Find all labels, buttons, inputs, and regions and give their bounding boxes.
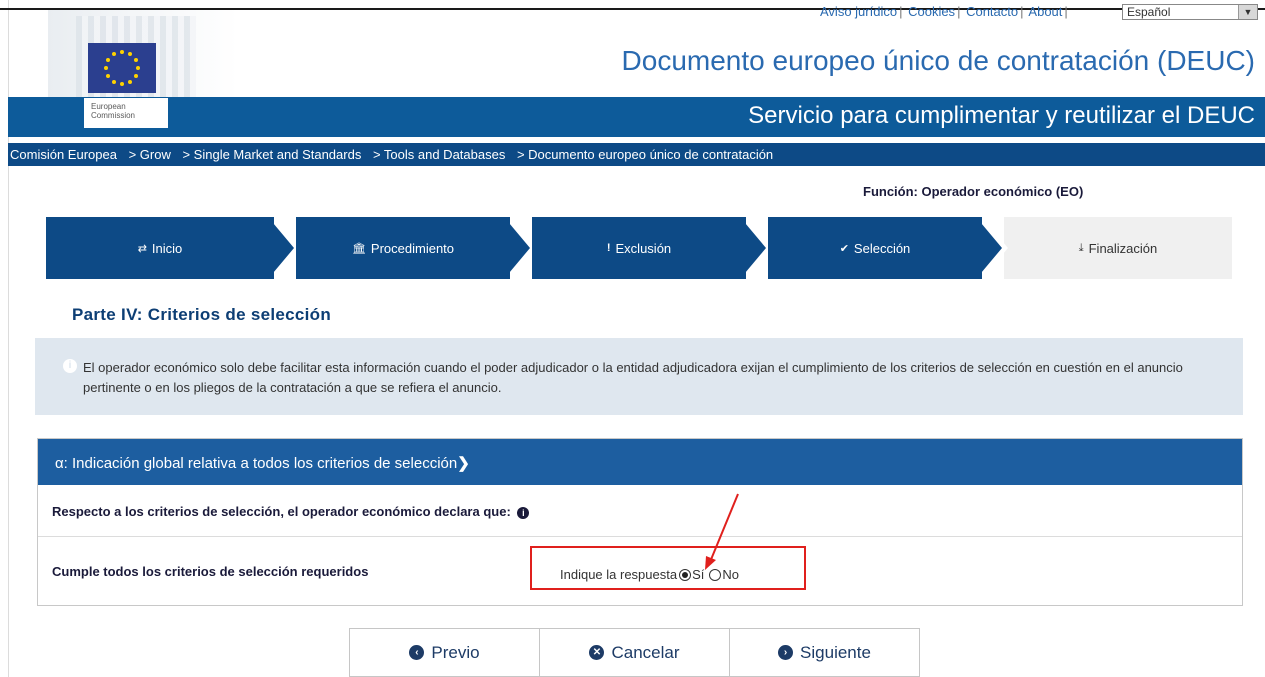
page-title: Documento europeo único de contratación … xyxy=(621,45,1255,76)
step-label: Exclusión xyxy=(615,240,672,256)
arrow-left-circle-icon: ‹ xyxy=(409,645,425,660)
step-inicio[interactable]: ⇄ Inicio xyxy=(46,217,274,279)
progress-steps: ⇄ Inicio 🏛 Procedimiento ! Exclusión ✔ Selec… xyxy=(46,217,1232,279)
question-row: Cumple todos los criterios de selección … xyxy=(38,537,1242,607)
answer-prompt: Indique la respuesta xyxy=(560,567,678,582)
breadcrumb-item[interactable]: > Tools and Databases xyxy=(373,147,505,162)
link-contact[interactable]: Contacto xyxy=(966,4,1018,19)
declare-row: Respecto a los criterios de selección, e… xyxy=(38,485,1242,537)
chevron-down-icon: ▼ xyxy=(1238,5,1257,19)
question-label: Cumple todos los criterios de selección … xyxy=(52,564,369,579)
step-label: Selección xyxy=(853,240,911,256)
close-circle-icon: ✕ xyxy=(589,645,605,660)
role-label: Función: Operador económico (EO) xyxy=(863,184,1084,199)
info-text: El operador económico solo debe facilita… xyxy=(83,360,1183,395)
arrow-right-circle-icon: › xyxy=(778,645,794,660)
org-label-line1: European xyxy=(91,102,126,111)
org-label-line2: Commission xyxy=(91,111,136,120)
info-box: i El operador económico solo debe facili… xyxy=(35,338,1243,415)
bank-icon: 🏛 xyxy=(351,242,366,255)
download-icon: ⤓ xyxy=(1078,241,1084,254)
breadcrumb-item[interactable]: Comisión Europea xyxy=(10,147,117,162)
shuffle-icon: ⇄ xyxy=(137,242,147,255)
step-seleccion[interactable]: ✔ Selección xyxy=(768,217,982,279)
annotation-arrow xyxy=(705,493,739,570)
step-procedimiento[interactable]: 🏛 Procedimiento xyxy=(296,217,510,279)
chevron-down-icon: ❯ xyxy=(457,455,470,472)
info-circle-icon[interactable]: i xyxy=(517,507,530,519)
step-finalizacion[interactable]: ⤓ Finalización xyxy=(1004,217,1232,279)
selection-panel: α: Indicación global relativa a todos lo… xyxy=(37,438,1243,606)
declare-text: Respecto a los criterios de selección, e… xyxy=(52,504,511,519)
org-label: European Commission xyxy=(84,98,168,128)
step-label: Finalización xyxy=(1088,240,1158,256)
breadcrumb-item[interactable]: > Documento europeo único de contratació… xyxy=(517,147,773,162)
cancel-button[interactable]: ✕ Cancelar xyxy=(539,628,730,677)
eu-flag-logo xyxy=(88,43,156,93)
section-heading: Parte IV: Criterios de selección xyxy=(72,305,332,324)
info-icon: i xyxy=(63,359,77,373)
panel-title: α: Indicación global relativa a todos lo… xyxy=(55,455,458,472)
prev-label: Previo xyxy=(431,642,480,662)
link-about[interactable]: About xyxy=(1028,4,1062,19)
language-value: Español xyxy=(1127,5,1171,19)
prev-button[interactable]: ‹ Previo xyxy=(349,628,540,677)
check-circle-icon: ✔ xyxy=(839,242,849,255)
breadcrumb: Comisión Europea > Grow > Single Market … xyxy=(10,147,781,162)
radio-yes[interactable] xyxy=(679,568,692,581)
exclamation-icon: ! xyxy=(606,242,611,254)
link-legal[interactable]: Aviso jurídico xyxy=(820,4,897,19)
panel-header[interactable]: α: Indicación global relativa a todos lo… xyxy=(38,439,1242,485)
link-cookies[interactable]: Cookies xyxy=(908,4,955,19)
breadcrumb-item[interactable]: > Single Market and Standards xyxy=(182,147,361,162)
page-subtitle: Servicio para cumplimentar y reutilizar … xyxy=(748,102,1255,129)
next-button[interactable]: › Siguiente xyxy=(729,628,920,677)
step-exclusion[interactable]: ! Exclusión xyxy=(532,217,746,279)
top-links: Aviso jurídico | Cookies | Contacto | About… xyxy=(820,4,1068,19)
next-label: Siguiente xyxy=(800,642,871,662)
cancel-label: Cancelar xyxy=(611,642,680,662)
breadcrumb-item[interactable]: > Grow xyxy=(129,147,171,162)
step-label: Inicio xyxy=(151,240,183,256)
language-select[interactable]: Español ▼ xyxy=(1122,4,1258,20)
step-label: Procedimiento xyxy=(370,240,455,256)
nav-buttons: ‹ Previo ✕ Cancelar › Siguiente xyxy=(349,628,925,677)
